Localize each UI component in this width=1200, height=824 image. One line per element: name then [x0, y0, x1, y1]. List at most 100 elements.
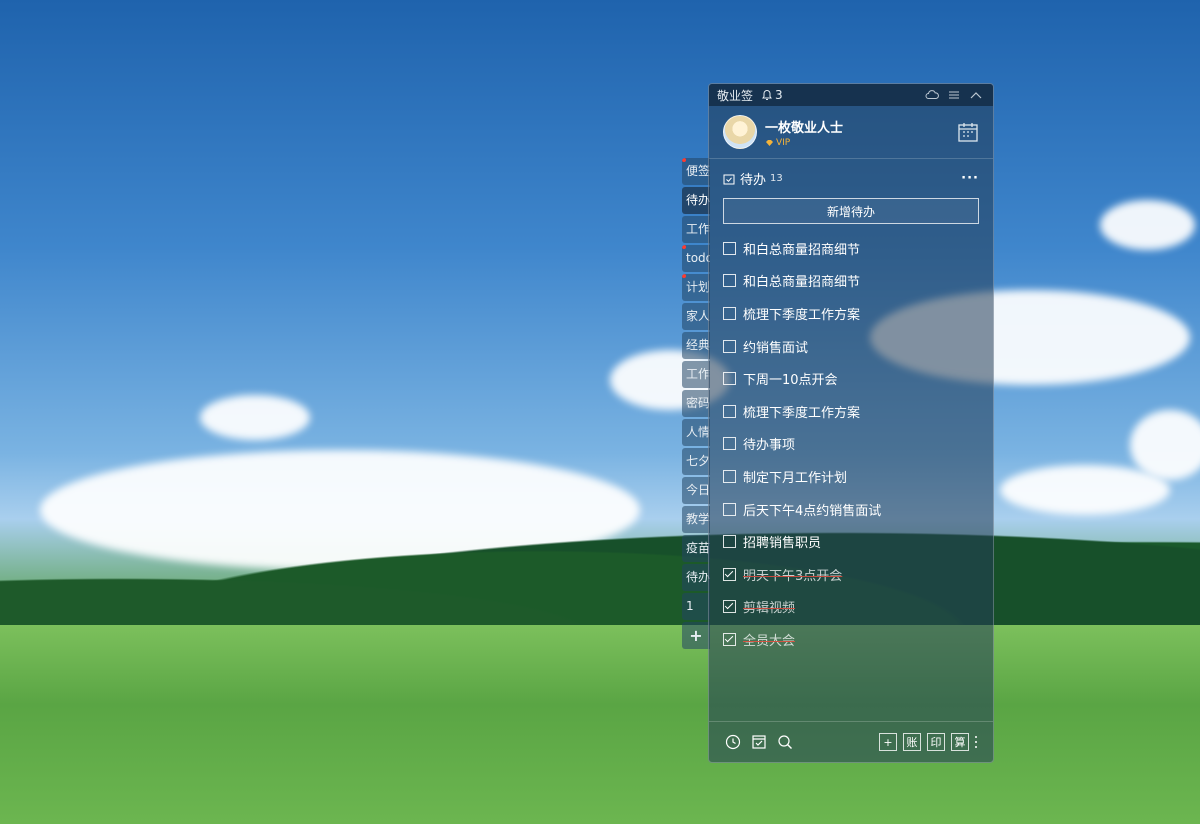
- side-tab-label: 经典: [686, 338, 710, 352]
- side-tab[interactable]: 七夕: [682, 448, 710, 475]
- side-tab-label: 人情: [686, 425, 710, 439]
- diamond-icon: [766, 139, 773, 146]
- todo-item[interactable]: 梳理下季度工作方案: [723, 297, 979, 330]
- todo-count: 13: [770, 173, 783, 184]
- todo-item[interactable]: 约销售面试: [723, 330, 979, 363]
- todo-checkbox[interactable]: [723, 372, 736, 386]
- side-tab[interactable]: 待办: [682, 564, 710, 591]
- side-tab[interactable]: 家人: [682, 303, 710, 330]
- todo-item[interactable]: 下周一10点开会: [723, 362, 979, 395]
- todo-item-text: 剪辑视频: [743, 601, 796, 617]
- widget-footer: + 账 印 算: [709, 721, 993, 762]
- user-profile: 一枚敬业人士 VIP: [709, 106, 993, 159]
- todo-item-text: 招聘销售职员: [743, 536, 822, 552]
- checklist-icon[interactable]: [749, 732, 769, 752]
- cloud: [200, 395, 310, 440]
- side-tab[interactable]: 计划: [682, 274, 710, 301]
- todo-item[interactable]: 明天下午3点开会: [723, 558, 979, 591]
- todo-item-text: 约销售面试: [743, 340, 809, 356]
- notification-count: 3: [775, 88, 783, 102]
- side-tab[interactable]: 工作: [682, 361, 710, 388]
- todo-item[interactable]: 全员大会: [723, 623, 979, 656]
- bell-icon: [762, 89, 772, 100]
- side-tab-label: 密码: [686, 396, 710, 410]
- title-bar[interactable]: 敬业签 3: [709, 84, 993, 106]
- side-tab-label: 家人: [686, 309, 710, 323]
- side-tab[interactable]: 人情: [682, 419, 710, 446]
- meadow: [0, 625, 1200, 824]
- collapse-icon[interactable]: [967, 86, 985, 104]
- add-note-button[interactable]: +: [879, 733, 897, 751]
- side-tab-label: 工作: [686, 222, 710, 236]
- app-title: 敬业签: [717, 88, 754, 103]
- unread-dot: [682, 245, 686, 249]
- side-tab[interactable]: 教学: [682, 506, 710, 533]
- todo-widget: 敬业签 3 一枚敬业人士 VIP 待办 13 ··· 新增待办 和白总商量招商细…: [708, 83, 994, 763]
- todo-checkbox[interactable]: [723, 502, 736, 516]
- todo-checkbox[interactable]: [723, 469, 736, 483]
- unread-dot: [682, 158, 686, 162]
- side-tab-label: 便签: [686, 164, 710, 178]
- menu-icon[interactable]: [945, 86, 963, 104]
- print-button[interactable]: 印: [927, 733, 945, 751]
- add-todo-button[interactable]: 新增待办: [723, 198, 979, 224]
- todo-item[interactable]: 梳理下季度工作方案: [723, 395, 979, 428]
- side-tab-label: 七夕: [686, 454, 710, 468]
- side-tab[interactable]: 工作: [682, 216, 710, 243]
- todo-item-text: 全员大会: [743, 633, 796, 649]
- side-tab[interactable]: 便签: [682, 158, 710, 185]
- side-tab-label: todo: [686, 251, 710, 265]
- todo-checkbox[interactable]: [723, 632, 736, 646]
- more-options-icon[interactable]: ···: [961, 171, 979, 186]
- notification-button[interactable]: 3: [761, 88, 783, 102]
- todo-item[interactable]: 和白总商量招商细节: [723, 232, 979, 265]
- todo-checkbox[interactable]: [723, 339, 736, 353]
- unread-dot: [682, 274, 686, 278]
- forest: [0, 505, 1200, 635]
- calculator-button[interactable]: 算: [951, 733, 969, 751]
- todo-checkbox[interactable]: [723, 306, 736, 320]
- clock-icon[interactable]: [723, 732, 743, 752]
- todo-item[interactable]: 制定下月工作计划: [723, 460, 979, 493]
- calendar-icon[interactable]: [957, 121, 979, 143]
- side-tab[interactable]: 今日: [682, 477, 710, 504]
- todo-checkbox[interactable]: [723, 535, 736, 549]
- avatar[interactable]: [723, 115, 757, 149]
- search-icon[interactable]: [775, 732, 795, 752]
- account-book-button[interactable]: 账: [903, 733, 921, 751]
- todo-checkbox[interactable]: [723, 567, 736, 581]
- todo-checkbox[interactable]: [723, 241, 736, 255]
- cloud-sync-icon[interactable]: [923, 86, 941, 104]
- side-tab-label: 待办: [686, 193, 710, 207]
- todo-checkbox[interactable]: [723, 404, 736, 418]
- todo-item[interactable]: 待办事项: [723, 428, 979, 461]
- side-tab[interactable]: 待办: [682, 187, 710, 214]
- side-tab[interactable]: 密码: [682, 390, 710, 417]
- todo-checkbox[interactable]: [723, 437, 736, 451]
- footer-more-icon[interactable]: [975, 736, 979, 748]
- side-tab-label: 今日: [686, 483, 710, 497]
- todo-checkbox[interactable]: [723, 600, 736, 614]
- side-tab-label: 疫苗: [686, 541, 710, 555]
- side-tab[interactable]: 疫苗: [682, 535, 710, 562]
- side-tab-bar: 便签待办工作todo计划家人经典工作密码人情七夕今日教学疫苗待办1+: [682, 158, 710, 651]
- side-tab[interactable]: 1: [682, 593, 710, 620]
- todo-section-title: 待办: [740, 173, 767, 188]
- todo-item-text: 梳理下季度工作方案: [743, 405, 861, 421]
- todo-item-text: 和白总商量招商细节: [743, 275, 861, 291]
- side-tab[interactable]: 经典: [682, 332, 710, 359]
- side-tab[interactable]: todo: [682, 245, 710, 272]
- todo-item[interactable]: 和白总商量招商细节: [723, 265, 979, 298]
- side-tab-label: +: [689, 626, 703, 645]
- vip-label: VIP: [776, 137, 791, 148]
- todo-item-text: 梳理下季度工作方案: [743, 307, 861, 323]
- todo-item[interactable]: 后天下午4点约销售面试: [723, 493, 979, 526]
- todo-check-icon: [723, 174, 735, 184]
- side-tab-label: 工作: [686, 367, 710, 381]
- todo-item[interactable]: 招聘销售职员: [723, 525, 979, 558]
- todo-item[interactable]: 剪辑视频: [723, 591, 979, 624]
- todo-checkbox[interactable]: [723, 274, 736, 288]
- add-category-button[interactable]: +: [682, 622, 710, 649]
- cloud: [1100, 200, 1195, 250]
- side-tab-label: 待办: [686, 570, 710, 584]
